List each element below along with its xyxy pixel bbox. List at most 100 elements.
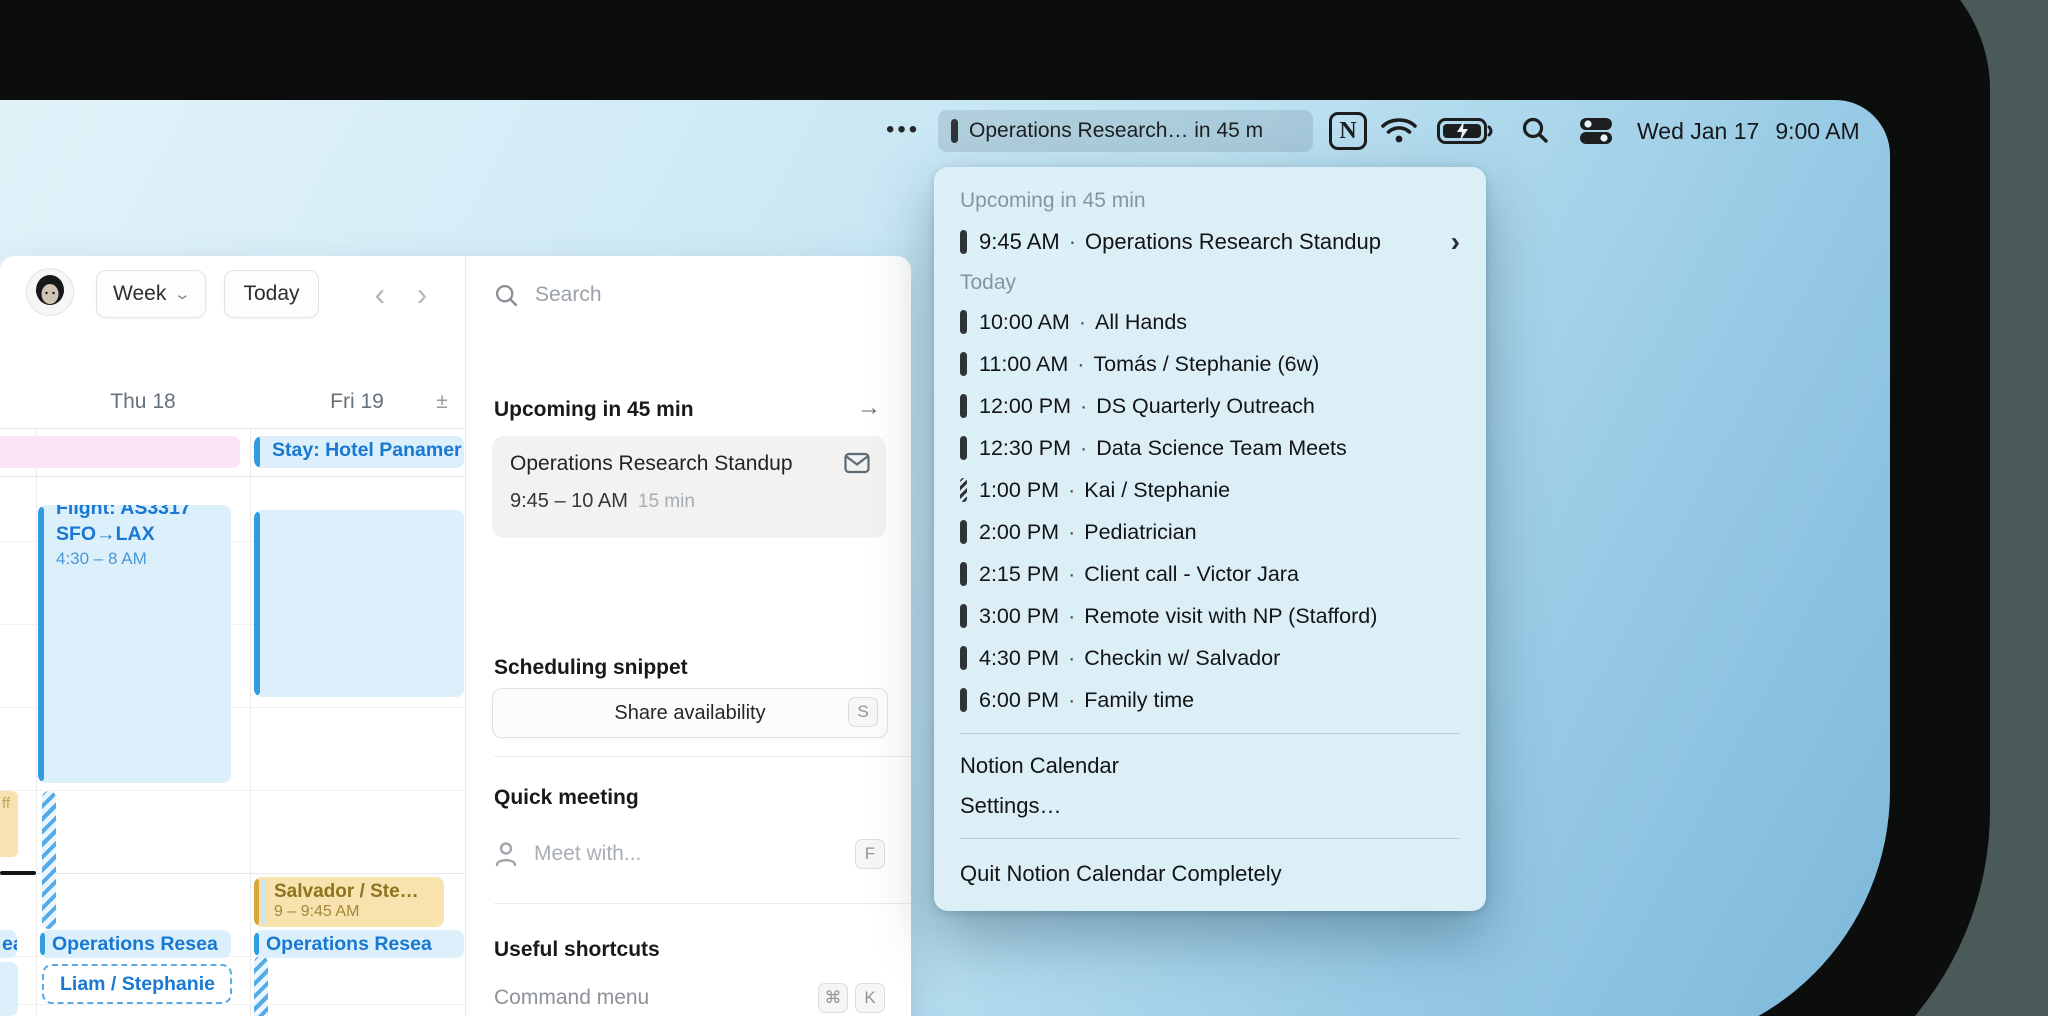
- all-day-event-stay[interactable]: Stay: Hotel Panamer: [254, 436, 464, 468]
- event-fragment-blue[interactable]: [0, 962, 18, 1016]
- dropdown-event-item[interactable]: 11:00 AM · Tomás / Stephanie (6w): [960, 343, 1460, 385]
- meet-with-input[interactable]: Meet with... F: [494, 834, 885, 874]
- shortcut-key-cmd: ⌘: [818, 983, 848, 1013]
- email-icon[interactable]: [844, 452, 870, 474]
- grid-line: [0, 428, 465, 429]
- wifi-icon[interactable]: [1381, 116, 1417, 144]
- avatar[interactable]: [26, 268, 74, 316]
- event-time: 12:00 PM: [979, 393, 1072, 418]
- notion-logo-icon[interactable]: N: [1329, 112, 1367, 150]
- dropdown-event-list: 10:00 AM · All Hands 11:00 AM · Tomás / …: [960, 301, 1460, 721]
- day-header-thu[interactable]: Thu 18: [36, 390, 250, 420]
- event-time: 6:00 PM: [979, 687, 1060, 712]
- divider: [960, 838, 1460, 839]
- search-icon: [495, 284, 518, 306]
- event-color-bar: [960, 310, 967, 334]
- event-time: 1:00 PM: [979, 477, 1060, 502]
- grid-line: [0, 1004, 465, 1005]
- event-color-bar: [960, 478, 967, 502]
- event-time: 11:00 AM: [979, 351, 1069, 376]
- control-center-icon[interactable]: [1578, 117, 1614, 145]
- event-color-bar: [960, 688, 967, 712]
- event-fragment-yellow[interactable]: ff: [0, 791, 18, 857]
- desktop: ••• Operations Research… in 45 m N Wed J…: [0, 0, 2048, 1016]
- separator-dot: ·: [1078, 309, 1087, 334]
- event-color-bar-icon: [951, 119, 958, 143]
- menubar-dropdown: Upcoming in 45 min 9:45 AM · Operations …: [934, 167, 1486, 911]
- event-title: Client call - Victor Jara: [1084, 561, 1299, 586]
- share-availability-button[interactable]: Share availability S: [492, 688, 888, 738]
- menu-item-settings[interactable]: Settings…: [960, 786, 1460, 826]
- menu-item-quit[interactable]: Quit Notion Calendar Completely: [960, 851, 1460, 897]
- battery-charging-icon[interactable]: [1437, 118, 1495, 144]
- event-time: 2:15 PM: [979, 561, 1060, 586]
- event-ops-standup-thu[interactable]: Operations Resea: [40, 930, 231, 958]
- event-flight[interactable]: Flight: AS3317 SFO→LAX 4:30 – 8 AM: [38, 505, 231, 783]
- event-hold-striped-thu[interactable]: [42, 791, 56, 929]
- command-menu-row[interactable]: Command menu ⌘ K: [494, 978, 885, 1016]
- event-ops-standup-fri[interactable]: Operations Resea: [254, 930, 464, 958]
- next-week-button[interactable]: ›: [404, 270, 440, 318]
- dropdown-event-item[interactable]: 2:15 PM · Client call - Victor Jara: [960, 553, 1460, 595]
- event-time: 9:45 – 10 AM: [510, 490, 628, 512]
- event-color-bar: [960, 562, 967, 586]
- event-salvador[interactable]: Salvador / Ste… 9 – 9:45 AM: [254, 877, 444, 927]
- dropdown-event-item[interactable]: 2:00 PM · Pediatrician: [960, 511, 1460, 553]
- grid-line: [0, 873, 465, 874]
- menu-bar: ••• Operations Research… in 45 m N Wed J…: [0, 100, 1890, 162]
- event-title: Kai / Stephanie: [1084, 477, 1231, 502]
- event-liam-stephanie-proposed[interactable]: Liam / Stephanie: [42, 964, 232, 1004]
- dropdown-upcoming-event[interactable]: 9:45 AM · Operations Research Standup ›: [960, 219, 1460, 265]
- view-switcher-label: Week: [113, 282, 167, 305]
- grid-line: [0, 476, 465, 477]
- upcoming-event-card[interactable]: Operations Research Standup 9:45 – 10 AM…: [492, 436, 886, 538]
- scheduling-snippet-header: Scheduling snippet: [494, 656, 688, 679]
- menubar-date: Wed Jan 17: [1637, 118, 1760, 144]
- today-button-label: Today: [243, 282, 300, 305]
- separator-dot: ·: [1077, 351, 1085, 376]
- view-switcher-week-button[interactable]: Week ⌄: [96, 270, 206, 318]
- event-title: Operations Research Standup: [510, 452, 793, 475]
- menubar-notion-calendar-item[interactable]: Operations Research… in 45 m: [938, 110, 1313, 152]
- event-hold-striped-fri[interactable]: [254, 956, 268, 1016]
- event-time: 9 – 9:45 AM: [274, 903, 360, 920]
- person-icon: [495, 842, 517, 867]
- event-time: 10:00 AM: [979, 309, 1070, 334]
- menu-item-notion-calendar[interactable]: Notion Calendar: [960, 746, 1460, 786]
- event-color-bar: [960, 520, 967, 544]
- device-screen: ••• Operations Research… in 45 m N Wed J…: [0, 100, 1890, 1016]
- previous-week-button[interactable]: ‹: [362, 270, 398, 318]
- dropdown-today-header: Today: [960, 271, 1017, 294]
- event-color-bar: [960, 646, 967, 670]
- separator-dot: ·: [1068, 229, 1077, 254]
- event-title: Salvador / Ste…: [274, 881, 419, 902]
- menubar-overflow-icon[interactable]: •••: [886, 100, 920, 160]
- event-secondary-bar: [261, 879, 266, 925]
- dropdown-event-item[interactable]: 3:00 PM · Remote visit with NP (Stafford…: [960, 595, 1460, 637]
- dropdown-event-item[interactable]: 12:00 PM · DS Quarterly Outreach: [960, 385, 1460, 427]
- event-title: All Hands: [1095, 309, 1188, 334]
- share-availability-label: Share availability: [614, 701, 766, 724]
- arrow-right-icon[interactable]: →: [857, 394, 881, 422]
- dropdown-event-item[interactable]: 10:00 AM · All Hands: [960, 301, 1460, 343]
- event-time: 4:30 PM: [979, 645, 1060, 670]
- dropdown-upcoming-header: Upcoming in 45 min: [960, 189, 1146, 212]
- quick-meeting-header: Quick meeting: [494, 786, 639, 809]
- timezone-plusminus-icon[interactable]: ±: [424, 390, 460, 414]
- event-friday-morning-block[interactable]: [254, 510, 464, 697]
- dropdown-event-item[interactable]: 12:30 PM · Data Science Team Meets: [960, 427, 1460, 469]
- dropdown-event-item[interactable]: 6:00 PM · Family time: [960, 679, 1460, 721]
- today-button[interactable]: Today: [224, 270, 319, 318]
- event-title: Tomás / Stephanie (6w): [1093, 351, 1320, 376]
- menubar-clock[interactable]: Wed Jan 17 9:00 AM: [1637, 100, 1860, 162]
- event-ops-fragment-wed[interactable]: ea: [0, 930, 17, 958]
- shortcut-key-f: F: [855, 839, 885, 869]
- spotlight-search-icon[interactable]: [1521, 116, 1549, 144]
- dropdown-event-item[interactable]: 1:00 PM · Kai / Stephanie: [960, 469, 1460, 511]
- all-day-event-pink[interactable]: [0, 436, 240, 468]
- dropdown-event-item[interactable]: 4:30 PM · Checkin w/ Salvador: [960, 637, 1460, 679]
- search-input[interactable]: Search: [494, 278, 885, 312]
- event-title: Liam / Stephanie: [60, 972, 215, 995]
- separator-dot: ·: [1080, 435, 1088, 460]
- event-color-bar: [254, 879, 259, 925]
